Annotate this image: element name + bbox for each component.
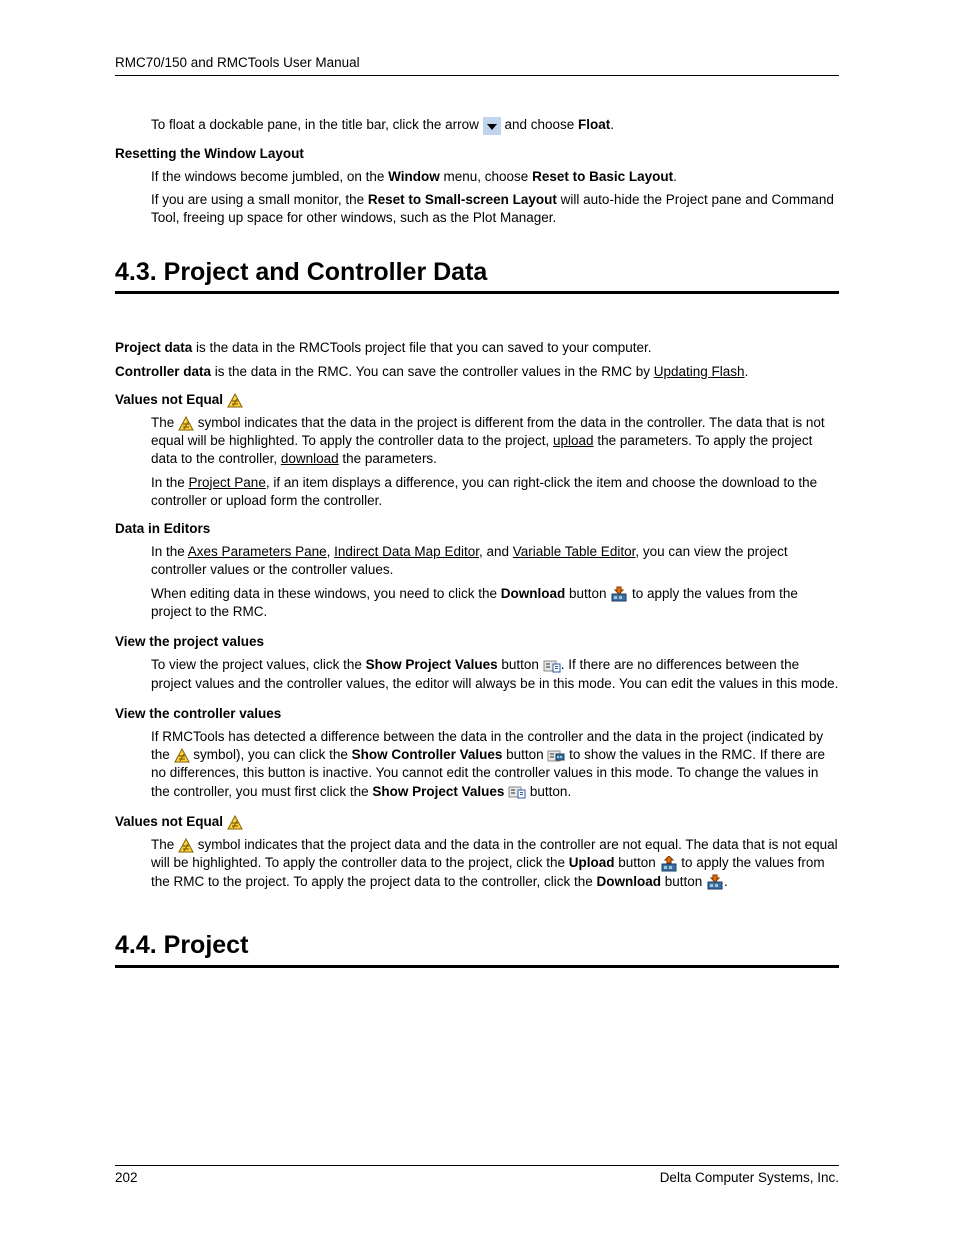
company-name: Delta Computer Systems, Inc. xyxy=(660,1169,839,1187)
project-data-para: Project data is the data in the RMCTools… xyxy=(115,339,839,357)
section-4-4-title: 4.4. Project xyxy=(115,929,839,968)
values-not-equal-heading-2: Values not Equal xyxy=(115,813,839,831)
vcv-para: If RMCTools has detected a difference be… xyxy=(151,728,839,801)
vpv-para: To view the project values, click the Sh… xyxy=(151,656,839,692)
upload-icon xyxy=(660,856,678,872)
reset-line2: If you are using a small monitor, the Re… xyxy=(151,191,839,227)
vne-para1: The symbol indicates that the data in th… xyxy=(151,414,839,469)
document-page: { "header": { "title": "RMC70/150 and RM… xyxy=(0,0,954,1235)
dropdown-arrow-icon xyxy=(483,117,501,135)
page-header: RMC70/150 and RMCTools User Manual xyxy=(115,54,839,76)
vne2-para: The symbol indicates that the project da… xyxy=(151,836,839,891)
show-controller-values-icon xyxy=(547,748,565,764)
page-number: 202 xyxy=(115,1169,138,1187)
not-equal-icon xyxy=(227,393,243,408)
updating-flash-link[interactable]: Updating Flash xyxy=(654,364,745,379)
download-icon xyxy=(706,874,724,890)
upload-link[interactable]: upload xyxy=(553,433,594,448)
die-para1: In the Axes Parameters Pane, Indirect Da… xyxy=(151,543,839,579)
view-project-values-heading: View the project values xyxy=(115,633,839,651)
show-project-values-icon xyxy=(508,784,526,800)
not-equal-icon xyxy=(174,748,190,763)
show-project-values-icon xyxy=(543,658,561,674)
page-footer: 202 Delta Computer Systems, Inc. xyxy=(115,1165,839,1187)
download-link[interactable]: download xyxy=(281,451,339,466)
not-equal-icon xyxy=(178,416,194,431)
not-equal-icon xyxy=(178,838,194,853)
section-4-3-title: 4.3. Project and Controller Data xyxy=(115,256,839,295)
die-para2: When editing data in these windows, you … xyxy=(151,585,839,621)
not-equal-icon xyxy=(227,815,243,830)
vne-para2: In the Project Pane, if an item displays… xyxy=(151,474,839,510)
axes-parameters-link[interactable]: Axes Parameters Pane xyxy=(188,544,327,559)
reset-heading: Resetting the Window Layout xyxy=(115,145,839,163)
data-in-editors-heading: Data in Editors xyxy=(115,520,839,538)
variable-table-link[interactable]: Variable Table Editor xyxy=(513,544,636,559)
view-controller-values-heading: View the controller values xyxy=(115,705,839,723)
project-pane-link[interactable]: Project Pane xyxy=(189,475,266,490)
float-instruction: To float a dockable pane, in the title b… xyxy=(151,116,839,134)
header-title: RMC70/150 and RMCTools User Manual xyxy=(115,55,360,70)
reset-line1: If the windows become jumbled, on the Wi… xyxy=(151,168,839,186)
download-icon xyxy=(610,586,628,602)
controller-data-para: Controller data is the data in the RMC. … xyxy=(115,363,839,381)
values-not-equal-heading: Values not Equal xyxy=(115,391,839,409)
indirect-data-map-link[interactable]: Indirect Data Map Editor xyxy=(334,544,479,559)
